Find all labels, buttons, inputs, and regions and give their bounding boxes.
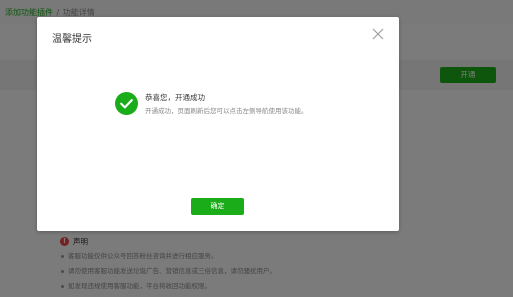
check-circle-icon	[115, 92, 138, 115]
confirm-button[interactable]: 确定	[191, 198, 244, 215]
status-message: 恭喜您，开通成功 开通成功，页面刷新后您可以点击左侧导航使用该功能。	[115, 90, 308, 116]
dialog-title: 温馨提示	[52, 34, 92, 45]
status-title: 恭喜您，开通成功	[145, 93, 205, 102]
status-description: 开通成功，页面刷新后您可以点击左侧导航使用该功能。	[145, 107, 308, 115]
status-text: 恭喜您，开通成功 开通成功，页面刷新后您可以点击左侧导航使用该功能。	[145, 90, 308, 116]
close-icon[interactable]	[372, 28, 384, 40]
success-dialog: 温馨提示 恭喜您，开通成功 开通成功，页面刷新后您可以点击左侧导航使用该功能。 …	[37, 17, 399, 231]
